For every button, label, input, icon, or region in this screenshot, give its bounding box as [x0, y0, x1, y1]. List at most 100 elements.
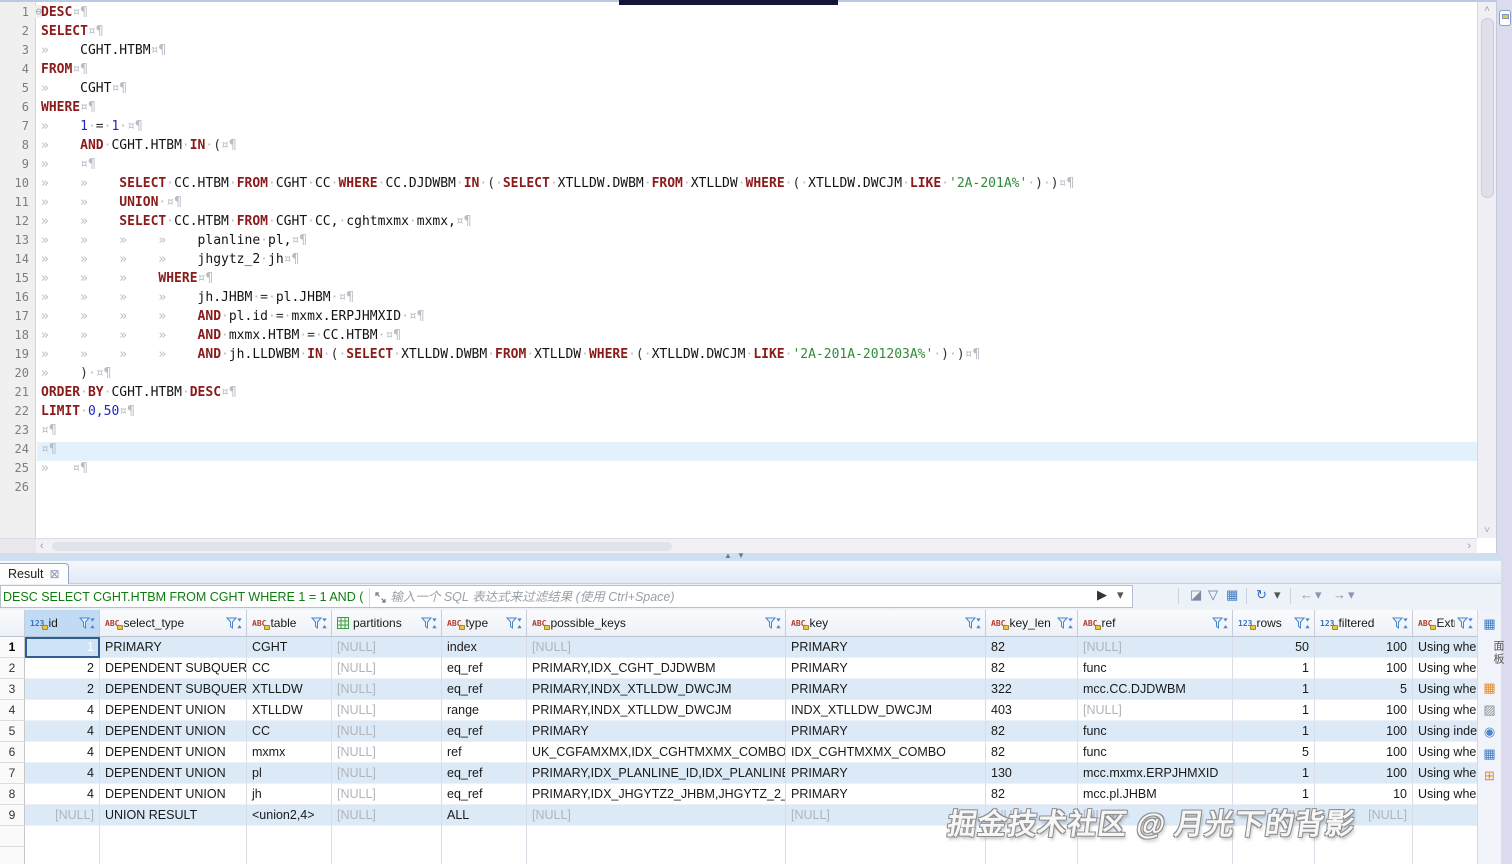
row-number[interactable]: 5 [0, 721, 25, 742]
clear-filter-button[interactable]: ◪ [1190, 587, 1202, 603]
scroll-right-icon[interactable]: › [1467, 539, 1471, 554]
grid-panel-icon[interactable]: ▦ [1478, 746, 1501, 762]
cell-type[interactable]: ALL [442, 805, 527, 826]
empty-cell[interactable] [100, 826, 247, 847]
code-line[interactable]: » ¤¶ [37, 461, 1477, 480]
cell-rows[interactable]: 1 [1233, 721, 1315, 742]
cell-table[interactable]: mxmx [247, 742, 332, 763]
empty-cell[interactable] [442, 847, 527, 864]
cell-ref[interactable]: func [1078, 658, 1233, 679]
filter-sort-icon[interactable] [1057, 617, 1074, 630]
value-viewer-icon[interactable]: ▨ [1478, 702, 1501, 718]
scroll-left-icon[interactable]: ‹ [40, 539, 44, 554]
custom-filter-button[interactable]: ▽ [1208, 587, 1218, 603]
cell-type[interactable]: eq_ref [442, 784, 527, 805]
cell-ref[interactable]: mcc.mxmx.ERPJHMXID [1078, 763, 1233, 784]
empty-cell[interactable] [332, 826, 442, 847]
expand-filter-icon[interactable] [369, 588, 386, 608]
filter-sort-icon[interactable] [79, 617, 96, 630]
empty-cell[interactable] [1413, 826, 1478, 847]
cell-partitions[interactable]: [NULL] [332, 658, 442, 679]
panels-toggle-icon[interactable]: ▦ [1478, 616, 1501, 632]
cell-type[interactable]: eq_ref [442, 763, 527, 784]
code-line[interactable]: ¤¶ [37, 423, 1477, 442]
empty-cell[interactable] [100, 847, 247, 864]
cell-partitions[interactable]: [NULL] [332, 637, 442, 658]
cell-select_type[interactable]: UNION RESULT [100, 805, 247, 826]
code-line[interactable]: » » » » jh.JHBM·=·pl.JHBM·¤¶ [37, 290, 1477, 309]
gutter-line-number[interactable]: 12 [0, 214, 35, 233]
gutter-line-number[interactable]: 25 [0, 461, 35, 480]
cell-id[interactable]: 4 [25, 721, 100, 742]
gutter-line-number[interactable]: 6 [0, 100, 35, 119]
cell-id[interactable]: 1 [25, 637, 100, 658]
cell-select_type[interactable]: DEPENDENT UNION [100, 742, 247, 763]
code-line[interactable]: » AND·CGHT.HTBM·IN·(¤¶ [37, 138, 1477, 157]
column-header-filtered[interactable]: 123filtered [1315, 610, 1413, 637]
cell-partitions[interactable]: [NULL] [332, 784, 442, 805]
cell-id[interactable]: 4 [25, 700, 100, 721]
apply-filter-button[interactable]: ▶ [1097, 587, 1107, 603]
gutter-line-number[interactable]: 1⊖ [0, 5, 35, 24]
empty-cell[interactable] [247, 847, 332, 864]
cell-key_len[interactable]: 82 [986, 637, 1078, 658]
cell-Extra[interactable]: Using where [1413, 784, 1478, 805]
code-line[interactable]: DESC¤¶ [37, 5, 1477, 24]
gutter-line-number[interactable]: 11 [0, 195, 35, 214]
horizontal-scroll-thumb[interactable] [52, 542, 672, 551]
cell-id[interactable]: 4 [25, 742, 100, 763]
column-header-table[interactable]: ABCtable [247, 610, 332, 637]
cell-select_type[interactable]: DEPENDENT UNION [100, 721, 247, 742]
cell-key[interactable]: PRIMARY [786, 658, 986, 679]
code-line[interactable]: » » » » AND·pl.id·=·mxmx.ERPJHMXID·¤¶ [37, 309, 1477, 328]
gutter-line-number[interactable]: 4 [0, 62, 35, 81]
code-line[interactable]: » 1·=·1·¤¶ [37, 119, 1477, 138]
code-line[interactable]: ¤¶ [37, 442, 1477, 461]
empty-cell[interactable] [527, 826, 786, 847]
cell-possible_keys[interactable]: PRIMARY,IDX_CGHT_DJDWBM [527, 658, 786, 679]
cell-filtered[interactable]: 5 [1315, 679, 1413, 700]
code-line[interactable]: ORDER·BY·CGHT.HTBM·DESC¤¶ [37, 385, 1477, 404]
row-number[interactable]: 7 [0, 763, 25, 784]
code-line[interactable]: » ¤¶ [37, 157, 1477, 176]
cell-type[interactable]: index [442, 637, 527, 658]
column-header-ref[interactable]: ABCref [1078, 610, 1233, 637]
cell-type[interactable]: ref [442, 742, 527, 763]
code-line[interactable]: » » SELECT·CC.HTBM·FROM·CGHT·CC,·cghtmxm… [37, 214, 1477, 233]
filter-history-dropdown[interactable]: ▾ [1117, 587, 1124, 603]
cell-ref[interactable]: [NULL] [1078, 700, 1233, 721]
tab-result[interactable]: Result⊠ [0, 563, 69, 584]
empty-cell[interactable] [25, 826, 100, 847]
row-number[interactable]: 4 [0, 700, 25, 721]
cell-partitions[interactable]: [NULL] [332, 742, 442, 763]
empty-cell[interactable] [1078, 847, 1233, 864]
cell-rows[interactable]: 1 [1233, 700, 1315, 721]
filter-sort-icon[interactable] [506, 617, 523, 630]
cell-Extra[interactable] [1413, 805, 1478, 826]
gutter-line-number[interactable]: 22 [0, 404, 35, 423]
cell-partitions[interactable]: [NULL] [332, 679, 442, 700]
cell-key_len[interactable]: 322 [986, 679, 1078, 700]
column-header-key_len[interactable]: ABCkey_len [986, 610, 1078, 637]
column-header-possible_keys[interactable]: ABCpossible_keys [527, 610, 786, 637]
cell-possible_keys[interactable]: [NULL] [527, 637, 786, 658]
cell-id[interactable]: 4 [25, 763, 100, 784]
cell-possible_keys[interactable]: PRIMARY [527, 721, 786, 742]
back-dropdown[interactable]: ▾ [1315, 587, 1322, 603]
cell-table[interactable]: pl [247, 763, 332, 784]
cell-id[interactable]: 2 [25, 658, 100, 679]
sql-editor[interactable]: 1⊖23456789101112131415161718192021222324… [0, 2, 1477, 538]
code-line[interactable] [37, 480, 1477, 499]
filter-sort-icon[interactable] [421, 617, 438, 630]
editor-vertical-scrollbar[interactable]: ˄ ˅ [1477, 2, 1496, 538]
gutter-line-number[interactable]: 20 [0, 366, 35, 385]
cell-partitions[interactable]: [NULL] [332, 763, 442, 784]
column-header-key[interactable]: ABCkey [786, 610, 986, 637]
cell-filtered[interactable]: 100 [1315, 700, 1413, 721]
cell-type[interactable]: eq_ref [442, 679, 527, 700]
row-number[interactable]: 1 [0, 637, 25, 658]
row-number[interactable]: 2 [0, 658, 25, 679]
empty-cell[interactable] [1233, 847, 1315, 864]
cell-Extra[interactable]: Using where [1413, 763, 1478, 784]
cell-filtered[interactable]: 100 [1315, 658, 1413, 679]
